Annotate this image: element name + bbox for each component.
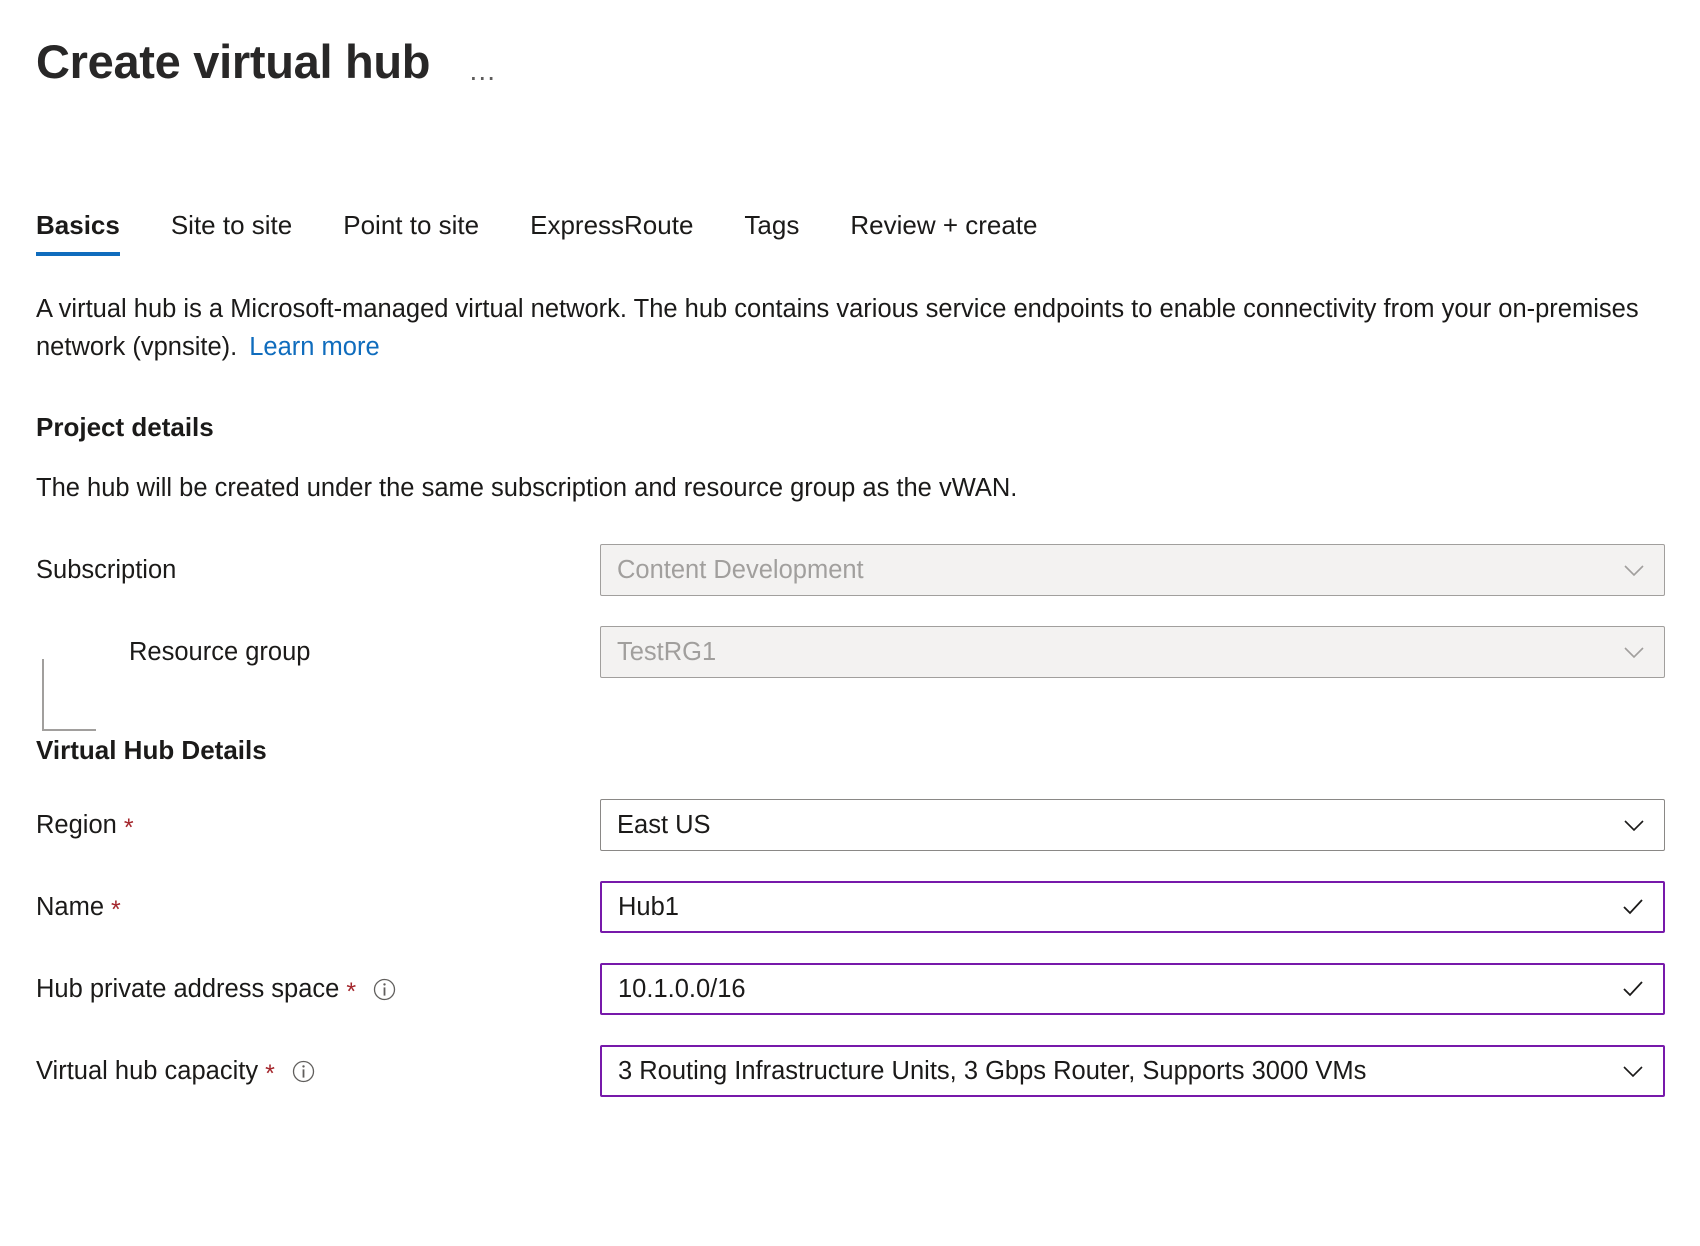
subscription-label-wrap: Subscription [36,556,600,585]
resource-group-value: TestRG1 [617,638,716,667]
chevron-down-icon[interactable] [1619,1057,1647,1085]
create-virtual-hub-blade: Create virtual hub … Basics Site to site… [0,0,1700,1246]
address-space-label-wrap: Hub private address space * [36,975,600,1004]
blade-description: A virtual hub is a Microsoft-managed vir… [36,290,1664,366]
address-space-label: Hub private address space [36,975,339,1004]
project-details-form: Subscription Content Development Resourc… [36,543,1664,679]
chevron-down-icon[interactable] [1620,556,1648,584]
resource-group-label-wrap: Resource group [36,638,600,667]
capacity-required-asterisk: * [265,1062,275,1087]
row-resource-group: Resource group TestRG1 [36,625,1664,679]
address-space-value: 10.1.0.0/16 [618,975,746,1004]
tab-point-to-site[interactable]: Point to site [343,211,479,256]
tab-expressroute[interactable]: ExpressRoute [530,211,693,256]
subscription-resourcegroup-tree-line [42,659,96,731]
tab-review-create[interactable]: Review + create [850,211,1037,256]
info-icon[interactable] [373,978,396,1001]
project-details-subtext: The hub will be created under the same s… [36,474,1664,503]
name-required-asterisk: * [111,898,121,923]
subscription-value: Content Development [617,556,864,585]
check-icon [1619,893,1647,921]
chevron-down-icon[interactable] [1620,811,1648,839]
capacity-select[interactable]: 3 Routing Infrastructure Units, 3 Gbps R… [600,1045,1665,1097]
row-hub-private-address-space: Hub private address space * 10.1.0.0/16 [36,962,1664,1016]
more-options-icon[interactable]: … [466,43,500,81]
region-label: Region [36,811,117,840]
name-value: Hub1 [618,893,679,922]
page-title: Create virtual hub [36,36,430,88]
title-row: Create virtual hub … [36,0,1664,106]
learn-more-link[interactable]: Learn more [249,333,379,361]
row-name: Name * Hub1 [36,880,1664,934]
address-space-required-asterisk: * [346,980,356,1005]
row-region: Region * East US [36,798,1664,852]
subscription-label: Subscription [36,556,176,585]
tab-basics[interactable]: Basics [36,211,120,256]
name-input[interactable]: Hub1 [600,881,1665,933]
row-subscription: Subscription Content Development [36,543,1664,597]
tab-site-to-site[interactable]: Site to site [171,211,292,256]
name-label-wrap: Name * [36,893,600,922]
resource-group-select[interactable]: TestRG1 [600,626,1665,678]
tab-tags[interactable]: Tags [744,211,799,256]
region-label-wrap: Region * [36,811,600,840]
tab-bar: Basics Site to site Point to site Expres… [36,198,1664,256]
resource-group-label: Resource group [129,638,310,667]
region-select[interactable]: East US [600,799,1665,851]
address-space-input[interactable]: 10.1.0.0/16 [600,963,1665,1015]
info-icon[interactable] [292,1060,315,1083]
capacity-value: 3 Routing Infrastructure Units, 3 Gbps R… [618,1057,1366,1086]
chevron-down-icon[interactable] [1620,638,1648,666]
capacity-label: Virtual hub capacity [36,1057,258,1086]
project-details-heading: Project details [36,412,1664,443]
virtual-hub-details-form: Region * East US Name * Hub1 [36,798,1664,1098]
subscription-select[interactable]: Content Development [600,544,1665,596]
capacity-label-wrap: Virtual hub capacity * [36,1057,600,1086]
region-value: East US [617,811,711,840]
row-virtual-hub-capacity: Virtual hub capacity * 3 Routing Infrast… [36,1044,1664,1098]
region-required-asterisk: * [124,816,134,841]
check-icon [1619,975,1647,1003]
virtual-hub-details-heading: Virtual Hub Details [36,735,1664,766]
name-label: Name [36,893,104,922]
